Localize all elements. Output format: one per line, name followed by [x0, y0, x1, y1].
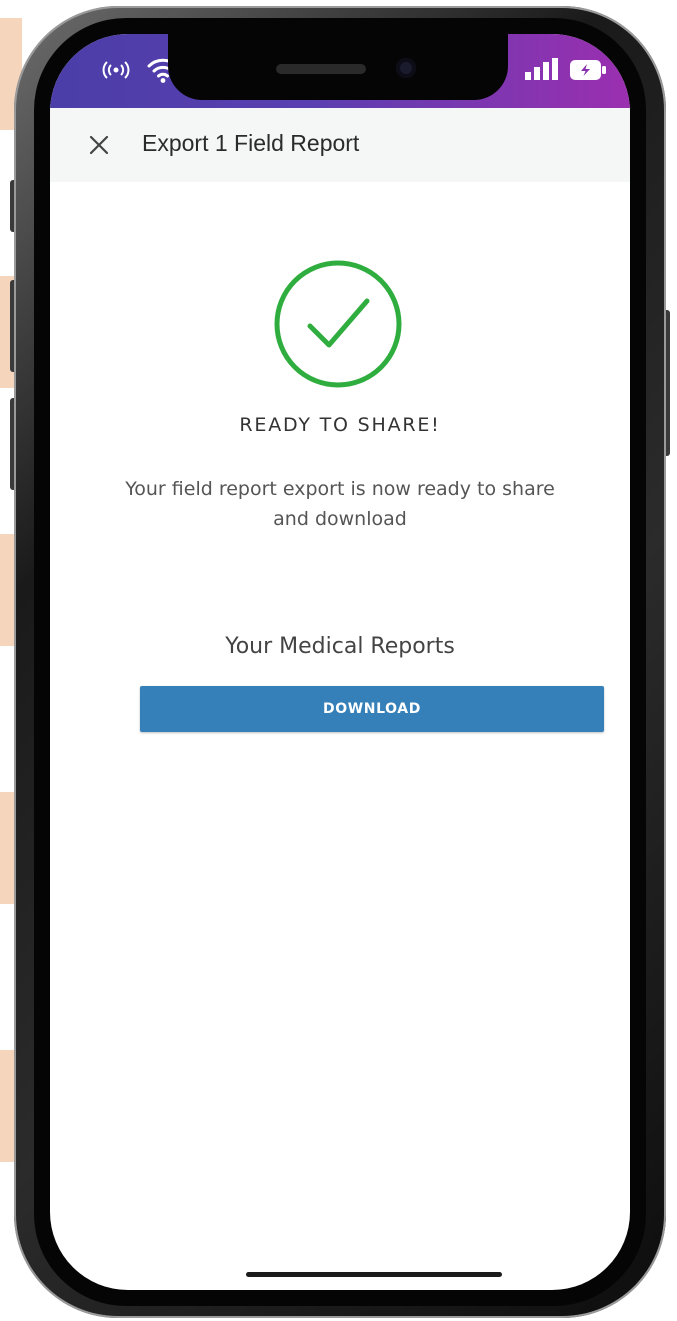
battery-icon: [570, 59, 606, 85]
camera-notch: [168, 34, 508, 100]
ready-to-share-heading: READY TO SHARE!: [239, 414, 441, 436]
phone-screen: Export 1 Field Report READY TO SHARE! Yo…: [50, 34, 630, 1290]
medical-reports-label: Your Medical Reports: [225, 634, 455, 659]
home-indicator[interactable]: [246, 1272, 502, 1277]
ready-to-share-message: Your field report export is now ready to…: [125, 478, 555, 530]
page: Export 1 Field Report READY TO SHARE! Yo…: [0, 0, 677, 1321]
hotspot-icon: [100, 58, 132, 86]
download-button[interactable]: DOWNLOAD: [140, 686, 604, 732]
status-bar: [50, 34, 630, 108]
earpiece-speaker: [276, 64, 366, 74]
close-icon[interactable]: [86, 132, 112, 158]
signal-icon: [524, 58, 560, 84]
app-bar: Export 1 Field Report: [50, 108, 630, 182]
check-circle-icon: [272, 258, 404, 390]
download-button-label: DOWNLOAD: [323, 701, 421, 717]
phone-bezel: Export 1 Field Report READY TO SHARE! Yo…: [34, 18, 646, 1306]
front-camera: [396, 58, 416, 78]
phone-frame: Export 1 Field Report READY TO SHARE! Yo…: [14, 6, 666, 1318]
page-title: Export 1 Field Report: [142, 130, 360, 156]
